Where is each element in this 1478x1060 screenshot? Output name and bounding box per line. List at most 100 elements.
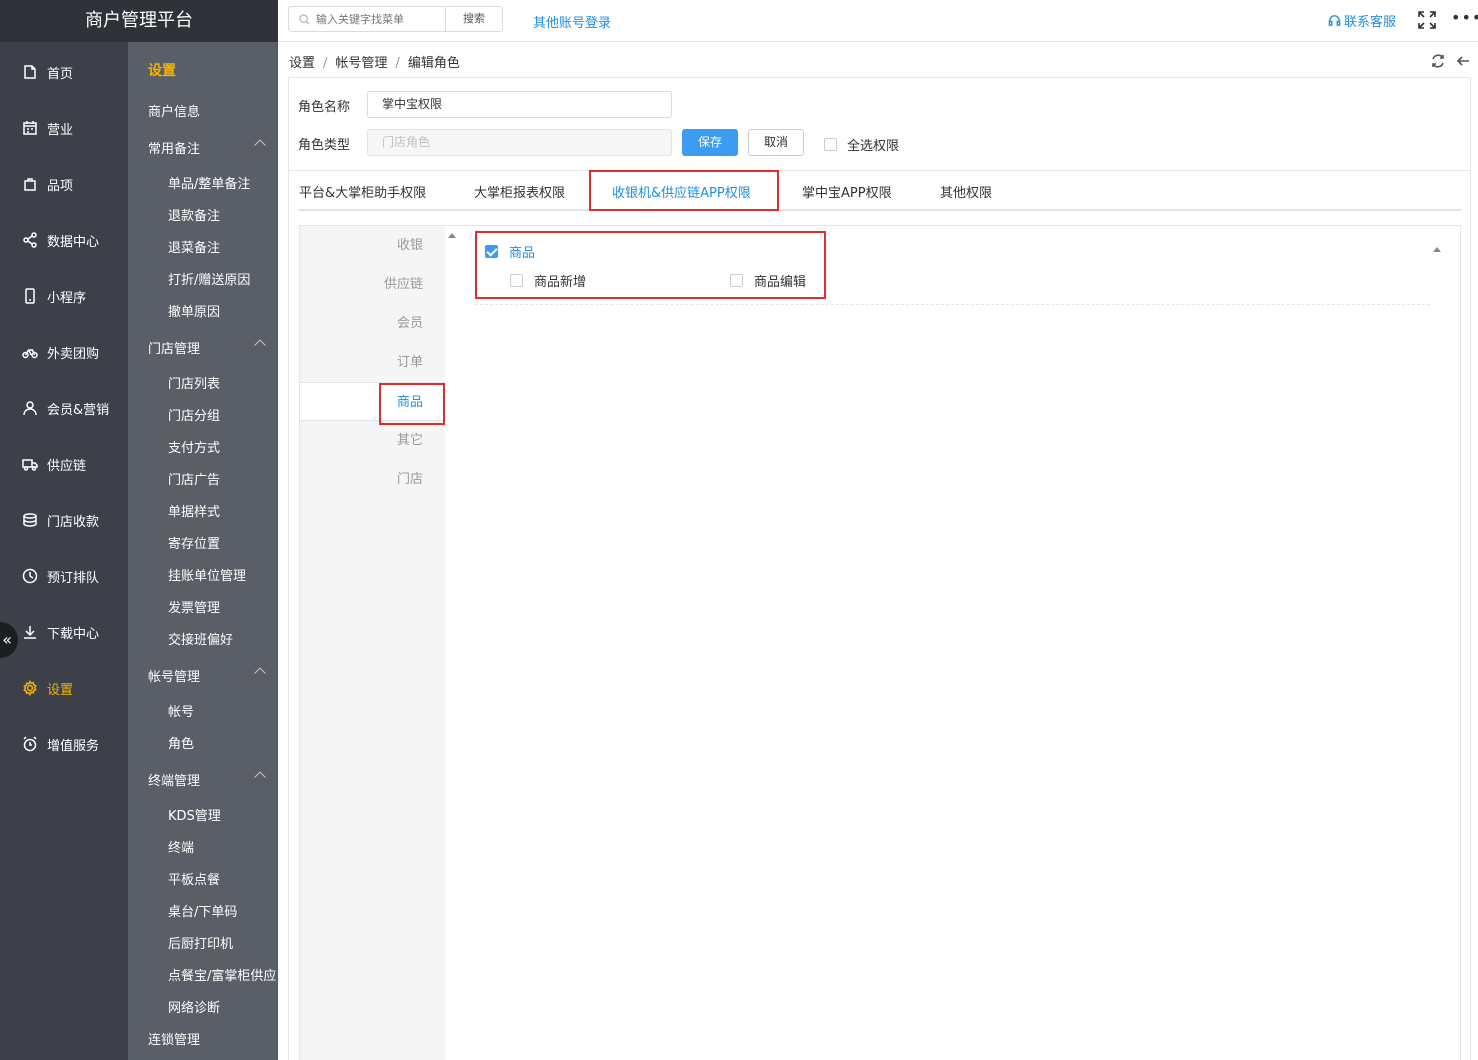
subnav-item[interactable]: 撤单原因 (168, 301, 220, 320)
perm-checkbox[interactable] (510, 274, 523, 287)
subnav-group-store-management[interactable]: 门店管理 (148, 338, 268, 357)
other-account-login-link[interactable]: 其他账号登录 (533, 12, 611, 31)
nav-item-mini-program[interactable]: 小程序 (0, 276, 128, 316)
nav-item-membership[interactable]: 会员&营销 (0, 388, 128, 428)
subnav-item[interactable]: 发票管理 (168, 597, 220, 616)
subnav-item[interactable]: 单品/整单备注 (168, 173, 250, 192)
cancel-button[interactable]: 取消 (748, 129, 804, 156)
nav-item-settings[interactable]: 设置 (0, 668, 128, 708)
subnav-item[interactable]: 单据样式 (168, 501, 220, 520)
perm-category-member[interactable]: 会员 (300, 304, 445, 343)
subnav-item[interactable]: 后厨打印机 (168, 933, 233, 952)
subnav-group-common-notes[interactable]: 常用备注 (148, 138, 268, 157)
perm-group-checkbox[interactable] (485, 245, 498, 258)
truck-icon (22, 456, 38, 472)
collapse-group-icon[interactable] (1433, 247, 1441, 252)
menu-search-box[interactable] (288, 6, 446, 32)
breadcrumb-item[interactable]: 帐号管理 (335, 56, 387, 71)
select-all-permissions[interactable]: 全选权限 (824, 135, 899, 154)
subnav-item[interactable]: 桌台/下单码 (168, 901, 237, 920)
subnav-item[interactable]: 打折/赠送原因 (168, 269, 250, 288)
nav-item-data-center[interactable]: 数据中心 (0, 220, 128, 260)
subnav-item[interactable]: 寄存位置 (168, 533, 220, 552)
save-button[interactable]: 保存 (682, 129, 738, 156)
subnav-item[interactable]: 交接班偏好 (168, 629, 233, 648)
subnav-item[interactable]: 门店列表 (168, 373, 220, 392)
refresh-icon[interactable] (1430, 53, 1446, 69)
search-button[interactable]: 搜索 (445, 6, 503, 32)
subnav-item[interactable]: 点餐宝/富掌柜供应 (168, 965, 276, 984)
tab-highlight-box (589, 170, 779, 211)
settings-subnav: 设置 商户信息 常用备注 单品/整单备注 退款备注 退菜备注 打折/赠送原因 撤… (128, 42, 278, 1060)
nav-item-label: 外卖团购 (47, 346, 100, 362)
permissions-panel (299, 225, 1461, 1060)
subnav-title: 设置 (148, 63, 176, 79)
perm-product-edit[interactable]: 商品编辑 (730, 271, 806, 290)
subnav-item[interactable]: 退菜备注 (168, 237, 220, 256)
subnav-item[interactable]: 挂账单位管理 (168, 565, 246, 584)
subnav-item-merchant-info[interactable]: 商户信息 (148, 101, 200, 120)
perm-label: 商品编辑 (754, 275, 807, 290)
nav-item-label: 营业 (47, 122, 74, 138)
perm-product-add[interactable]: 商品新增 (510, 271, 586, 290)
subnav-item[interactable]: 门店分组 (168, 405, 220, 424)
subnav-group-account-management[interactable]: 帐号管理 (148, 666, 268, 685)
select-all-checkbox[interactable] (824, 138, 837, 151)
contact-support-link[interactable]: 联系客服 (1328, 11, 1396, 30)
subnav-item[interactable]: 支付方式 (168, 437, 220, 456)
nav-item-download-center[interactable]: 下载中心 (0, 612, 128, 652)
back-arrow-icon[interactable] (1455, 53, 1471, 69)
perm-category-other[interactable]: 其它 (300, 421, 445, 460)
phone-icon (22, 288, 38, 304)
subnav-item-chain-management[interactable]: 连锁管理 (148, 1029, 200, 1048)
chevron-up-icon (254, 339, 266, 351)
nav-item-value-added[interactable]: 增值服务 (0, 724, 128, 764)
tab-other-permissions[interactable]: 其他权限 (940, 182, 992, 201)
subnav-item[interactable]: 门店广告 (168, 469, 220, 488)
subnav-item[interactable]: 帐号 (168, 701, 194, 720)
tab-platform-assistant[interactable]: 平台&大掌柜助手权限 (299, 182, 426, 201)
role-type-select: 门店角色 (367, 129, 672, 156)
subnav-item[interactable]: KDS管理 (168, 805, 221, 824)
user-icon (22, 400, 38, 416)
perm-category-supply-chain[interactable]: 供应链 (300, 265, 445, 304)
subnav-item[interactable]: 终端 (168, 837, 194, 856)
role-name-input[interactable]: 掌中宝权限 (367, 91, 672, 118)
perm-checkbox[interactable] (730, 274, 743, 287)
perm-category-store[interactable]: 门店 (300, 460, 445, 499)
brand-title: 商户管理平台 (0, 0, 278, 42)
tab-report-permissions[interactable]: 大掌柜报表权限 (474, 182, 565, 201)
select-all-label: 全选权限 (847, 139, 900, 154)
scroll-up-icon[interactable] (448, 233, 456, 238)
nav-item-store-payment[interactable]: 门店收款 (0, 500, 128, 540)
category-highlight-box (379, 383, 445, 425)
subnav-item[interactable]: 退款备注 (168, 205, 220, 224)
bag-icon (22, 176, 38, 192)
nav-item-supply-chain[interactable]: 供应链 (0, 444, 128, 484)
subnav-item[interactable]: 角色 (168, 733, 194, 752)
headset-icon (1328, 15, 1341, 26)
download-icon (22, 624, 38, 640)
nav-item-delivery[interactable]: 外卖团购 (0, 332, 128, 372)
nav-item-reservation[interactable]: 预订排队 (0, 556, 128, 596)
fullscreen-icon[interactable] (1417, 10, 1437, 30)
perm-category-order[interactable]: 订单 (300, 343, 445, 382)
nav-item-products[interactable]: 品项 (0, 164, 128, 204)
perm-group-label: 商品 (509, 246, 536, 261)
subnav-item[interactable]: 平板点餐 (168, 869, 220, 888)
nav-item-business[interactable]: 营业 (0, 108, 128, 148)
more-icon[interactable]: ••• (1451, 8, 1478, 27)
perm-category-cashier[interactable]: 收银 (300, 226, 445, 265)
subnav-group-terminal-management[interactable]: 终端管理 (148, 770, 268, 789)
subnav-item[interactable]: 网络诊断 (168, 997, 220, 1016)
nav-item-label: 门店收款 (47, 514, 100, 530)
tab-zhangzhongbao-app[interactable]: 掌中宝APP权限 (802, 182, 892, 201)
home-icon (22, 64, 38, 80)
perm-group-product[interactable]: 商品 (485, 242, 535, 261)
group-divider (475, 304, 1430, 305)
role-type-label: 角色类型 (298, 138, 351, 153)
top-bar: 搜索 其他账号登录 联系客服 ••• (278, 0, 1478, 42)
breadcrumb-item[interactable]: 设置 (289, 56, 315, 71)
nav-item-home[interactable]: 首页 (0, 52, 128, 92)
menu-search-input[interactable] (316, 12, 436, 26)
